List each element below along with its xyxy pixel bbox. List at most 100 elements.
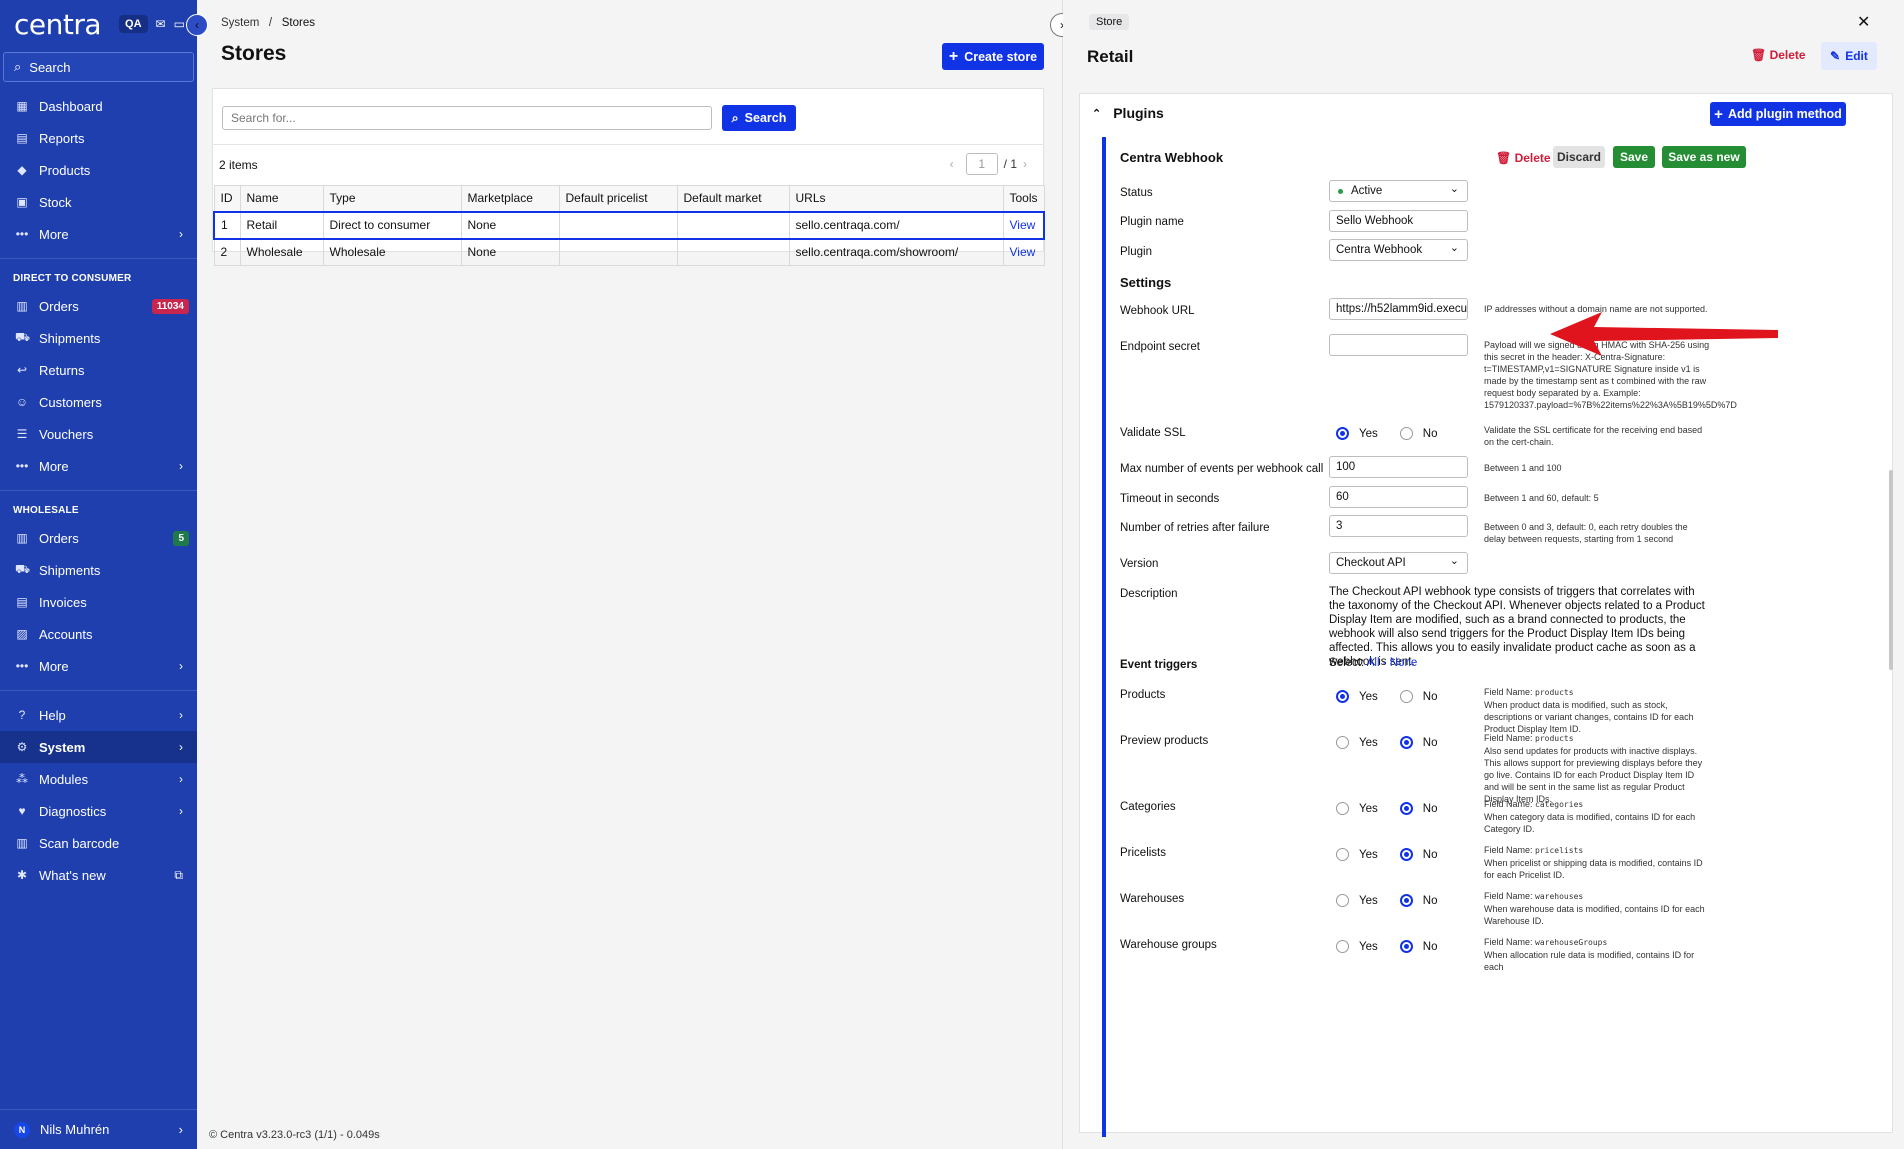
secret-field[interactable] [1329,334,1468,356]
breadcrumb-system[interactable]: System [221,17,259,29]
view-link[interactable]: View [1002,210,1045,240]
sidebar-item-label: Dashboard [39,98,103,114]
yes-label: Yes [1359,736,1378,749]
no-label: No [1422,690,1438,703]
sidebar-item-more[interactable]: ••• More › [0,218,197,250]
select-none-link[interactable]: None [1390,657,1418,669]
timeout-field[interactable]: 60 [1329,486,1468,508]
ssl-no-radio[interactable] [1399,427,1413,440]
user-menu[interactable]: N Nils Muhrén › [0,1109,197,1149]
sidebar-item-diagnostics[interactable]: ♥ Diagnostics › [0,795,197,827]
trigger-no-radio[interactable] [1399,894,1413,907]
edit-store-button[interactable]: ✎ Edit [1821,42,1877,70]
status-dot-icon [1338,188,1343,194]
scrollbar[interactable] [1889,470,1893,670]
trigger-no-radio[interactable] [1399,848,1413,861]
col-type[interactable]: Type [322,185,462,212]
chevron-right-icon: › [179,459,183,473]
close-icon[interactable]: ✕ [1857,12,1870,32]
yes-label: Yes [1359,427,1378,440]
no-label: No [1422,894,1438,907]
chevron-up-icon[interactable]: ⌃ [1092,107,1101,120]
trigger-yes-radio[interactable] [1336,690,1349,703]
sidebar-item-dtc-orders[interactable]: ▥ Orders 11034 [0,290,197,322]
prev-page-icon[interactable]: ‹ [950,157,954,171]
trigger-no-radio[interactable] [1399,736,1413,749]
retries-field[interactable]: 3 [1329,515,1468,537]
table-row[interactable]: 2 Wholesale Wholesale None sello.centraq… [213,238,1045,266]
col-marketplace[interactable]: Marketplace [460,185,560,212]
sidebar-item-label: System [39,739,86,755]
sidebar-item-accounts[interactable]: ▨ Accounts [0,618,197,650]
field-name: categories [1535,800,1584,809]
col-default-pricelist[interactable]: Default pricelist [558,185,678,212]
max-events-field[interactable]: 100 [1329,456,1468,478]
sidebar-item-invoices[interactable]: ▤ Invoices [0,586,197,618]
delete-store-button[interactable]: 🗑 Delete [1751,48,1806,62]
sidebar-item-stock[interactable]: ▣ Stock [0,186,197,218]
discard-button[interactable]: Discard [1553,146,1605,168]
plugin-name-field[interactable]: Sello Webhook [1329,210,1468,232]
field-name: products [1535,688,1574,697]
sidebar-item-products[interactable]: ◆ Products [0,154,197,186]
sidebar-search[interactable]: ⌕ Search [3,52,194,82]
col-id[interactable]: ID [213,185,241,212]
modules-icon: ⁂ [16,772,28,786]
trigger-no-radio[interactable] [1399,802,1413,815]
yes-label: Yes [1359,894,1378,907]
sidebar-item-reports[interactable]: ▤ Reports [0,122,197,154]
version-select[interactable]: Checkout API [1329,552,1468,574]
sidebar-item-customers[interactable]: ☺ Customers [0,386,197,418]
trigger-yes-radio[interactable] [1336,736,1349,749]
sidebar-item-returns[interactable]: ↩ Returns [0,354,197,386]
trigger-help: Field Name: categories When category data… [1484,798,1710,835]
table-row[interactable]: 1 Retail Direct to consumer None sello.c… [213,210,1045,240]
yes-label: Yes [1359,940,1378,953]
create-store-button[interactable]: + Create store [942,43,1044,70]
sidebar-item-whats-new[interactable]: ✱ What's new ⧉ [0,859,197,891]
sidebar-item-system[interactable]: ⚙ System › [0,731,197,763]
sidebar-item-dtc-more[interactable]: ••• More › [0,450,197,482]
col-default-market[interactable]: Default market [676,185,790,212]
external-link-icon: ⧉ [174,867,183,882]
sidebar-item-ws-more[interactable]: ••• More › [0,650,197,682]
sidebar-item-modules[interactable]: ⁂ Modules › [0,763,197,795]
plugin-type-select[interactable]: Centra Webhook [1329,239,1468,261]
webhook-url-field[interactable]: https://h52lamm9id.execute- [1329,298,1468,320]
sidebar-item-dtc-shipments[interactable]: ⛟ Shipments [0,322,197,354]
sidebar-item-help[interactable]: ? Help › [0,699,197,731]
save-as-new-button[interactable]: Save as new [1662,146,1746,168]
centra-logo[interactable]: centra [14,8,102,41]
trigger-yes-radio[interactable] [1336,802,1349,815]
page-input[interactable]: 1 [965,153,998,175]
ssl-yes-radio[interactable] [1336,427,1349,440]
save-button[interactable]: Save [1613,146,1655,168]
create-store-label: Create store [964,49,1038,64]
view-link[interactable]: View [1002,238,1045,266]
add-plugin-method-button[interactable]: + Add plugin method [1710,102,1846,126]
sidebar-item-ws-shipments[interactable]: ⛟ Shipments [0,554,197,586]
version-label: Version [1120,558,1159,570]
stores-search-button[interactable]: ⌕ Search [722,105,796,131]
col-urls[interactable]: URLs [788,185,1004,212]
trigger-yes-radio[interactable] [1336,894,1349,907]
col-name[interactable]: Name [239,185,324,212]
card-icon[interactable]: ▭ [174,17,185,31]
mail-icon[interactable]: ✉ [156,17,166,31]
sidebar-item-scan-barcode[interactable]: ▥ Scan barcode [0,827,197,859]
sidebar-item-dashboard[interactable]: ▦ Dashboard [0,90,197,122]
plugin-delete-button[interactable]: 🗑 Delete [1496,151,1551,165]
trigger-yes-radio[interactable] [1336,848,1349,861]
trigger-no-radio[interactable] [1399,940,1413,953]
trigger-yes-radio[interactable] [1336,940,1349,953]
sidebar-item-ws-orders[interactable]: ▥ Orders 5 [0,522,197,554]
status-select[interactable]: Active [1329,180,1468,202]
sidebar-item-vouchers[interactable]: ☰ Vouchers [0,418,197,450]
stores-search-input[interactable]: Search for... [222,106,712,130]
select-all-link[interactable]: All [1367,657,1380,669]
next-page-icon[interactable]: › [1023,157,1027,171]
sidebar-item-label: Diagnostics [39,803,107,819]
sidebar-item-label: Products [39,162,91,178]
trigger-no-radio[interactable] [1399,690,1413,703]
cell-market [676,210,790,240]
